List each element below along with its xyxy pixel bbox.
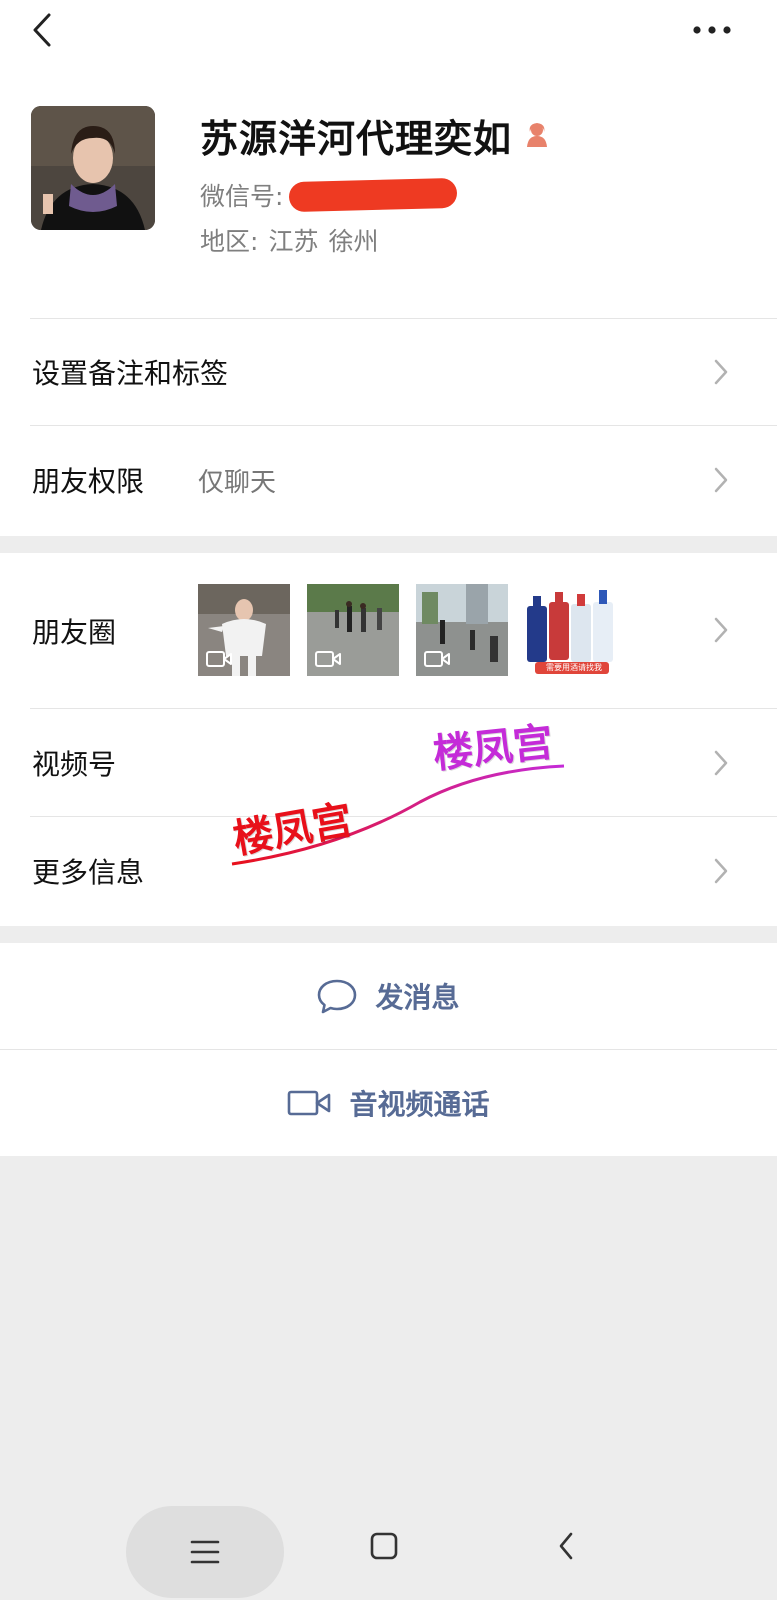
name-line: 苏源洋河代理奕如 bbox=[200, 110, 552, 161]
moments-row[interactable]: 朋友圈 需要用酒请找我 bbox=[0, 553, 777, 708]
back-button[interactable] bbox=[22, 8, 62, 52]
chevron-right-icon bbox=[714, 359, 728, 385]
channels-row[interactable]: 视频号 bbox=[0, 709, 777, 816]
display-name: 苏源洋河代理奕如 bbox=[200, 116, 513, 161]
more-options-button[interactable] bbox=[687, 8, 737, 52]
region-province: 江苏 bbox=[268, 227, 319, 256]
avatar-photo bbox=[31, 106, 155, 230]
hamburger-menu-icon bbox=[190, 1540, 220, 1564]
wechat-id-label: 微信号: bbox=[200, 182, 284, 211]
moments-thumbnail-2[interactable] bbox=[307, 584, 399, 676]
chevron-right-icon bbox=[714, 858, 728, 884]
moments-thumbnail-3[interactable] bbox=[416, 584, 508, 676]
thumbnail-caption: 需要用酒请找我 bbox=[546, 663, 602, 672]
nav-back-button[interactable] bbox=[538, 1518, 594, 1574]
friend-permission-row[interactable]: 朋友权限 仅聊天 bbox=[0, 426, 777, 533]
nav-home-button[interactable] bbox=[356, 1518, 412, 1574]
chevron-left-icon bbox=[33, 13, 51, 47]
moments-label: 朋友圈 bbox=[32, 616, 117, 649]
more-info-label: 更多信息 bbox=[32, 856, 145, 889]
region-line: 地区: 江苏 徐州 bbox=[200, 222, 378, 258]
nav-menu-button[interactable] bbox=[126, 1506, 284, 1598]
chevron-right-icon bbox=[714, 467, 728, 493]
video-camera-icon bbox=[288, 1090, 331, 1116]
more-info-row[interactable]: 更多信息 bbox=[0, 817, 777, 924]
profile-header: 苏源洋河代理奕如 微信号: 地区: 江苏 徐州 bbox=[0, 62, 777, 318]
settings-section: 设置备注和标签 朋友权限 仅聊天 bbox=[0, 318, 777, 536]
chat-bubble-icon bbox=[318, 979, 357, 1014]
square-home-icon bbox=[370, 1532, 398, 1560]
chevron-right-icon bbox=[714, 750, 728, 776]
video-camera-icon bbox=[315, 651, 341, 667]
friend-permission-value: 仅聊天 bbox=[198, 468, 277, 498]
video-camera-icon bbox=[424, 651, 450, 667]
set-remark-label: 设置备注和标签 bbox=[32, 357, 229, 390]
redacted-wechat-id bbox=[289, 177, 458, 213]
ellipsis-icon bbox=[693, 26, 731, 34]
region-label: 地区: bbox=[200, 227, 259, 256]
female-icon bbox=[527, 123, 548, 147]
channels-label: 视频号 bbox=[32, 748, 117, 781]
send-message-label: 发消息 bbox=[375, 981, 460, 1014]
wechat-id-line: 微信号: bbox=[200, 177, 458, 213]
friend-permission-label: 朋友权限 bbox=[32, 465, 145, 498]
moments-thumbnail-4[interactable]: 需要用酒请找我 bbox=[525, 584, 617, 676]
chevron-left-icon bbox=[559, 1532, 573, 1560]
video-call-label: 音视频通话 bbox=[349, 1088, 490, 1121]
video-call-button[interactable]: 音视频通话 bbox=[0, 1050, 777, 1156]
system-nav-bar bbox=[0, 1474, 777, 1600]
video-camera-icon bbox=[206, 651, 232, 667]
avatar[interactable] bbox=[31, 106, 155, 230]
info-section: 朋友圈 需要用酒请找我 视频号 更多信息 bbox=[0, 553, 777, 926]
set-remark-row[interactable]: 设置备注和标签 bbox=[0, 318, 777, 425]
moments-thumbnail-1[interactable] bbox=[198, 584, 290, 676]
chevron-right-icon bbox=[714, 617, 728, 643]
top-bar bbox=[0, 0, 777, 62]
send-message-button[interactable]: 发消息 bbox=[0, 943, 777, 1049]
region-city: 徐州 bbox=[328, 227, 379, 256]
